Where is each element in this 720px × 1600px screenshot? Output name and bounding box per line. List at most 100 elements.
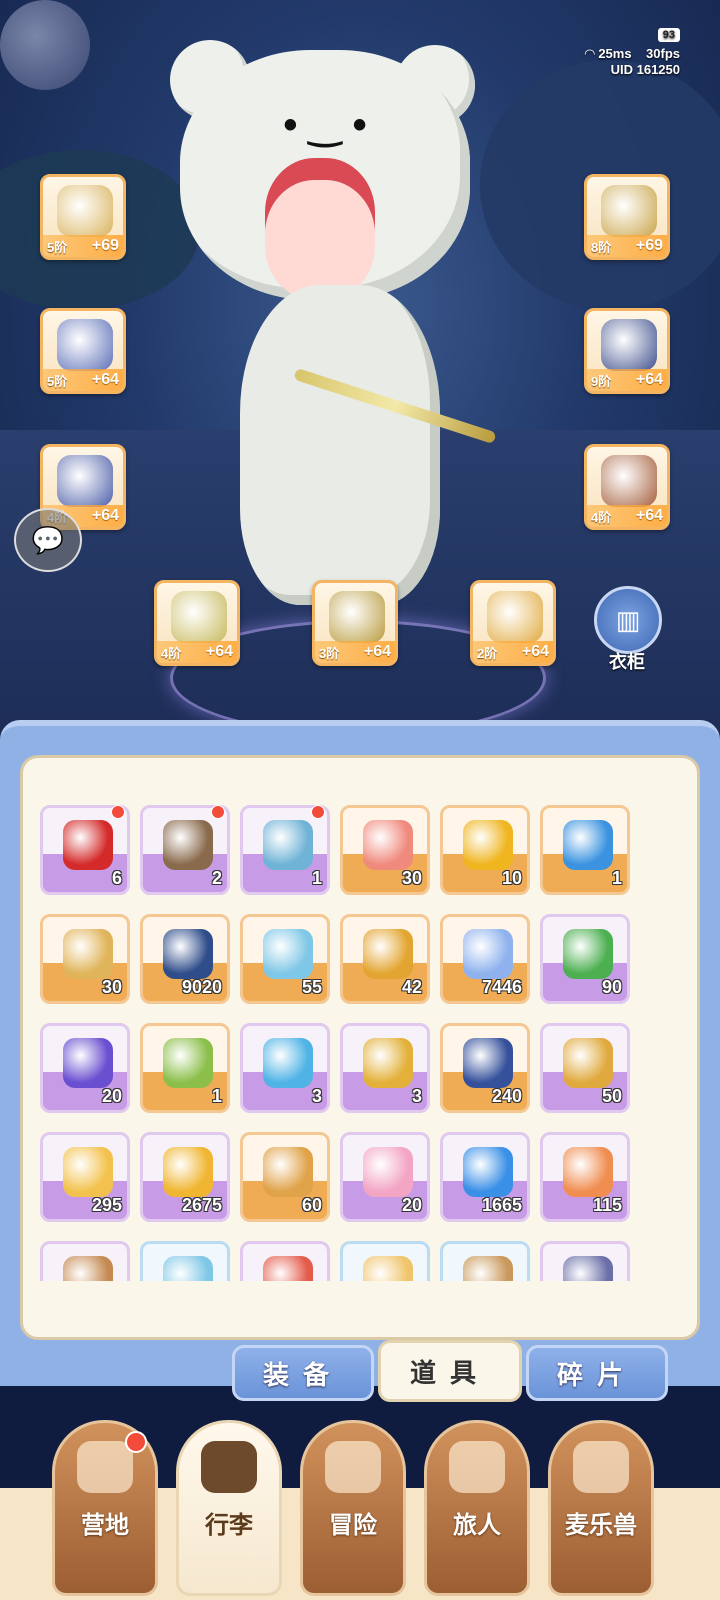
ring-slot[interactable]: 4阶 +64 bbox=[154, 580, 240, 666]
inventory-item[interactable] bbox=[140, 1241, 230, 1281]
gold-gem-icon bbox=[463, 820, 513, 870]
item-count: 50 bbox=[601, 1086, 622, 1106]
gauntlet-icon bbox=[601, 319, 657, 371]
equipment-rank: 3阶 bbox=[319, 645, 340, 661]
nav-label: 旅人 bbox=[453, 1512, 501, 1539]
inventory-item[interactable] bbox=[440, 1241, 530, 1281]
equipment-rank: 5阶 bbox=[47, 239, 68, 255]
item-count: 3 bbox=[411, 1086, 422, 1106]
crossed-swords-icon bbox=[325, 1441, 381, 1493]
equipment-rank: 9阶 bbox=[591, 373, 612, 389]
harp-icon bbox=[63, 929, 113, 979]
item-count: 30 bbox=[101, 977, 122, 997]
necklace-slot[interactable]: 3阶 +64 bbox=[312, 580, 398, 666]
item-count: 115 bbox=[592, 1195, 622, 1215]
inventory-item[interactable]: 30 bbox=[40, 914, 130, 1004]
golden-leaf-icon bbox=[163, 1147, 213, 1197]
inventory-item[interactable]: 7446 bbox=[440, 914, 530, 1004]
inventory-item[interactable]: 3 bbox=[240, 1023, 330, 1113]
nav-crossed-swords[interactable]: 冒险 bbox=[300, 1420, 406, 1596]
character-face bbox=[265, 180, 375, 300]
wardrobe-button[interactable]: ▥ 衣柜 bbox=[594, 586, 662, 672]
inventory-item[interactable]: 20 bbox=[340, 1132, 430, 1222]
tab-items[interactable]: 道具 bbox=[378, 1340, 522, 1402]
nav-label: 行李 bbox=[205, 1512, 253, 1539]
inventory-item[interactable] bbox=[340, 1241, 430, 1281]
nav-cat-pet[interactable]: 麦乐兽 bbox=[548, 1420, 654, 1596]
item-count: 1 bbox=[211, 1086, 222, 1106]
equipment-enhance-level: +64 bbox=[635, 371, 663, 388]
inventory-item[interactable]: 295 bbox=[40, 1132, 130, 1222]
tab-items-label: 道具 bbox=[409, 1357, 490, 1388]
item-count: 2675 bbox=[181, 1195, 222, 1215]
ring-icon bbox=[171, 591, 227, 643]
wardrobe-label: 衣柜 bbox=[609, 652, 645, 672]
new-item-dot bbox=[311, 805, 325, 819]
helmet-slot[interactable]: 8阶 +69 bbox=[584, 174, 670, 260]
inventory-item[interactable]: 60 bbox=[240, 1132, 330, 1222]
inventory-item[interactable]: 6 bbox=[40, 805, 130, 895]
tab-equipment[interactable]: 装备 bbox=[232, 1345, 374, 1401]
equipment-enhance-level: +69 bbox=[635, 237, 663, 254]
inventory-item[interactable]: 1 bbox=[140, 1023, 230, 1113]
weapon-bow-slot[interactable]: 5阶 +69 bbox=[40, 174, 126, 260]
traveler-icon bbox=[449, 1441, 505, 1493]
inventory-item[interactable]: 90 bbox=[540, 914, 630, 1004]
inventory-item[interactable]: 115 bbox=[540, 1132, 630, 1222]
inventory-item[interactable]: 30 bbox=[340, 805, 430, 895]
nav-backpack[interactable]: 行李 bbox=[176, 1420, 282, 1596]
nav-castle[interactable]: 营地 bbox=[52, 1420, 158, 1596]
status-hud: 93 ◠ 25ms 30fps UID 161250 bbox=[585, 26, 680, 77]
equipment-enhance-level: +69 bbox=[91, 237, 119, 254]
inventory-item[interactable] bbox=[40, 1241, 130, 1281]
inventory-item[interactable] bbox=[540, 1241, 630, 1281]
battery-indicator: 93 bbox=[657, 28, 680, 42]
nav-traveler[interactable]: 旅人 bbox=[424, 1420, 530, 1596]
item-count: 9020 bbox=[181, 977, 222, 997]
item-count: 20 bbox=[101, 1086, 122, 1106]
wardrobe-icon: ▥ bbox=[594, 586, 662, 654]
inventory-scroll-area[interactable]: 6 2 1 30 10 1 30 9020 55 42 7446 90 20 1… bbox=[40, 805, 680, 1281]
item-count: 42 bbox=[401, 977, 422, 997]
new-item-dot bbox=[211, 805, 225, 819]
inventory-item[interactable]: 1 bbox=[240, 805, 330, 895]
cat-mirror-icon bbox=[563, 1038, 613, 1088]
boots-icon bbox=[601, 455, 657, 507]
gauntlet-slot[interactable]: 9阶 +64 bbox=[584, 308, 670, 394]
apple-icon bbox=[63, 820, 113, 870]
inventory-item[interactable]: 55 bbox=[240, 914, 330, 1004]
inventory-item[interactable]: 240 bbox=[440, 1023, 530, 1113]
boots-slot[interactable]: 4阶 +64 bbox=[584, 444, 670, 530]
notification-dot bbox=[125, 1431, 147, 1453]
uid-text: UID 161250 bbox=[610, 62, 680, 77]
inventory-item[interactable]: 2 bbox=[140, 805, 230, 895]
necklace-icon bbox=[329, 591, 385, 643]
inventory-item[interactable] bbox=[240, 1241, 330, 1281]
item-count: 10 bbox=[501, 868, 522, 888]
backpack-icon bbox=[201, 1441, 257, 1493]
box-icon bbox=[563, 1256, 613, 1281]
inventory-item[interactable]: 1665 bbox=[440, 1132, 530, 1222]
item-count: 1 bbox=[611, 868, 622, 888]
inventory-item[interactable]: 10 bbox=[440, 805, 530, 895]
item-count: 55 bbox=[301, 977, 322, 997]
player-character: • ‿ • bbox=[170, 40, 510, 620]
earring-slot[interactable]: 2阶 +64 bbox=[470, 580, 556, 666]
inventory-item[interactable]: 20 bbox=[40, 1023, 130, 1113]
treasure-chest-icon bbox=[163, 820, 213, 870]
inventory-item[interactable]: 3 bbox=[340, 1023, 430, 1113]
equipment-rank: 8阶 bbox=[591, 239, 612, 255]
nav-label: 冒险 bbox=[329, 1512, 377, 1539]
inventory-item[interactable]: 50 bbox=[540, 1023, 630, 1113]
inventory-item[interactable]: 42 bbox=[340, 914, 430, 1004]
fps-text: 30fps bbox=[646, 46, 680, 61]
item-count: 20 bbox=[401, 1195, 422, 1215]
inventory-item[interactable]: 9020 bbox=[140, 914, 230, 1004]
chat-button[interactable]: 💬 bbox=[14, 508, 82, 572]
cheese-icon bbox=[63, 1147, 113, 1197]
tab-fragments[interactable]: 碎片 bbox=[526, 1345, 668, 1401]
armor-slot[interactable]: 5阶 +64 bbox=[40, 308, 126, 394]
inventory-item[interactable]: 1 bbox=[540, 805, 630, 895]
inventory-item[interactable]: 2675 bbox=[140, 1132, 230, 1222]
equipment-level-bar: 2阶 +64 bbox=[473, 641, 553, 663]
